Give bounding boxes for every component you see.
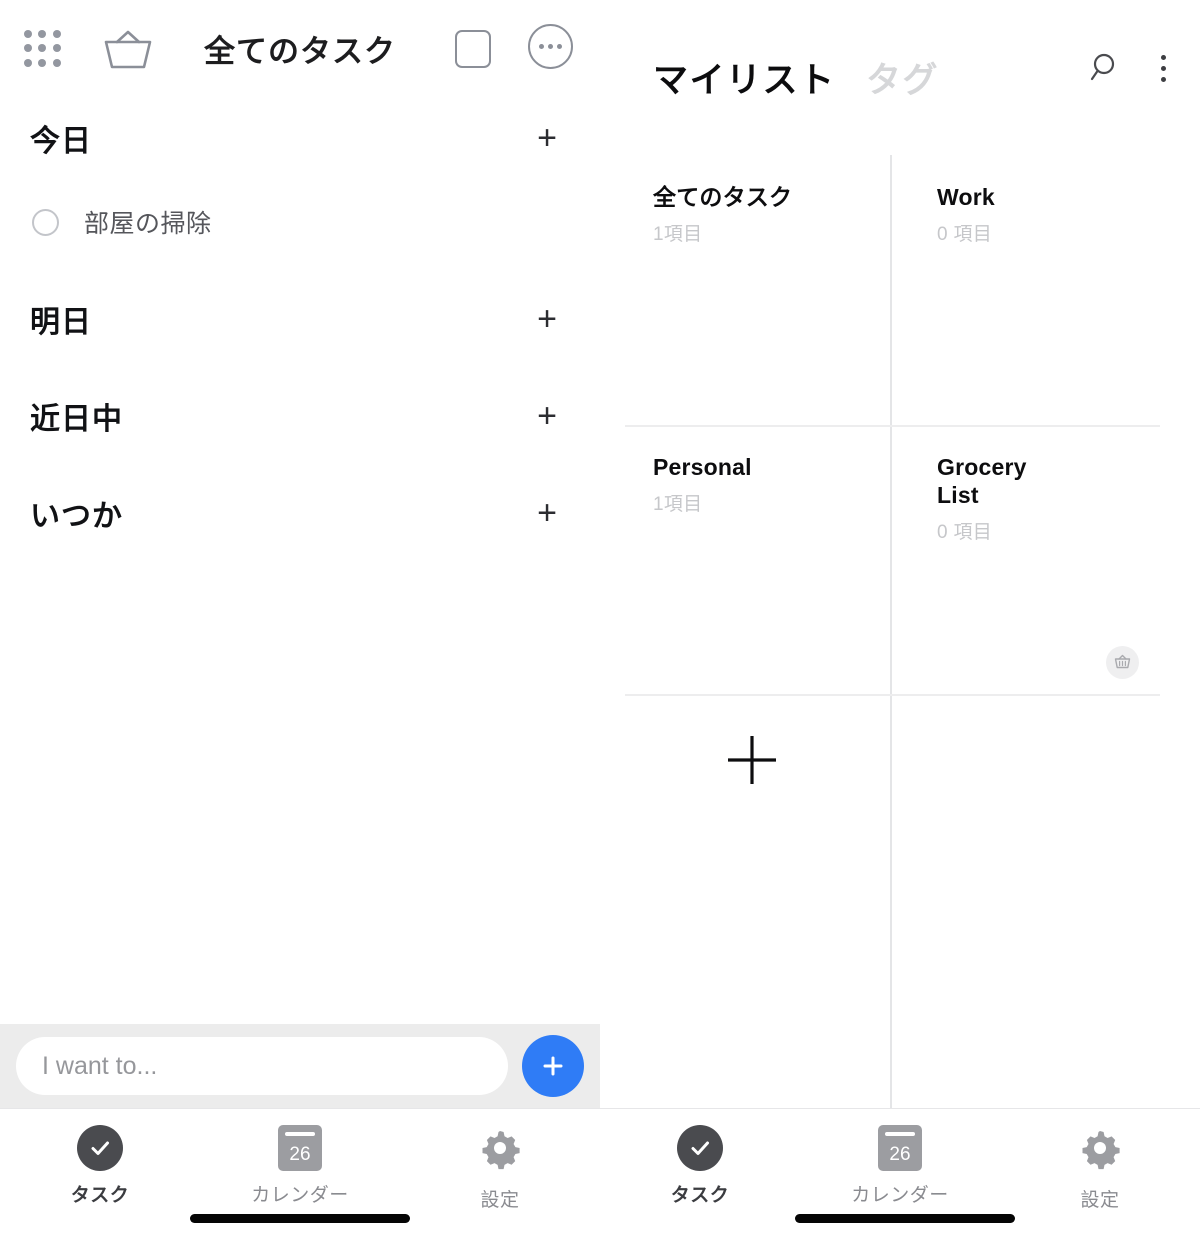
task-label: 部屋の掃除 [84, 210, 212, 238]
nav-label: カレンダー [851, 1185, 949, 1206]
home-indicator [795, 1214, 1015, 1223]
nav-item-calendar[interactable]: 26 カレンダー [800, 1125, 1000, 1207]
list-card-count: 1項目 [653, 494, 703, 515]
nav-label: 設定 [480, 1190, 520, 1211]
lists-panel: マイリスト タグ 全てのタスク 1項目 Work 0 項目 Personal 1… [600, 0, 1200, 1240]
nav-item-tasks[interactable]: タスク [0, 1125, 200, 1207]
tab-my-lists[interactable]: マイリスト [653, 52, 836, 103]
grid-vertical-divider [890, 155, 892, 1110]
nav-item-settings[interactable]: 設定 [1000, 1125, 1200, 1212]
quick-add-input[interactable] [16, 1037, 508, 1095]
more-circle-icon[interactable] [528, 24, 573, 69]
add-task-fab[interactable] [522, 1035, 584, 1097]
list-card-count: 0 項目 [937, 522, 993, 543]
nav-item-tasks[interactable]: タスク [600, 1125, 800, 1207]
list-card-name: Personal [653, 454, 752, 480]
list-card-count: 0 項目 [937, 224, 993, 245]
home-indicator [190, 1214, 410, 1223]
nav-label: タスク [670, 1185, 730, 1206]
calendar-day-number: 26 [889, 1144, 911, 1165]
calendar-icon: 26 [878, 1125, 922, 1171]
calendar-day-number: 26 [289, 1144, 311, 1165]
add-task-button[interactable]: + [530, 496, 570, 530]
list-card-personal[interactable]: Personal 1項目 [653, 453, 873, 516]
calendar-icon: 26 [278, 1125, 322, 1171]
add-task-button[interactable]: + [530, 399, 570, 433]
nav-label: カレンダー [251, 1185, 349, 1206]
check-circle-icon [677, 1125, 723, 1171]
section-title: 今日 [30, 125, 92, 158]
list-card-name: Grocery List [937, 454, 1027, 508]
section-header-someday: いつか + [0, 481, 600, 545]
search-icon[interactable] [1087, 48, 1127, 88]
section-title: 明日 [30, 306, 92, 339]
tab-tags[interactable]: タグ [866, 52, 939, 103]
kebab-menu-icon[interactable] [1158, 48, 1168, 88]
tasks-panel: 全てのタスク 今日 + 部屋の掃除 明日 + 近日中 + いつか + I wan… [0, 0, 600, 1240]
section-header-soon: 近日中 + [0, 384, 600, 448]
list-card-grocery-list[interactable]: Grocery List 0 項目 [937, 453, 1042, 544]
add-list-button[interactable] [722, 730, 782, 790]
lists-panel-header: マイリスト タグ [600, 0, 1200, 130]
basket-icon [1106, 646, 1139, 679]
gear-icon [1077, 1125, 1123, 1176]
app-root: 全てのタスク 今日 + 部屋の掃除 明日 + 近日中 + いつか + I wan… [0, 0, 1200, 1240]
add-task-button[interactable]: + [530, 121, 570, 155]
list-card-work[interactable]: Work 0 項目 [937, 183, 1147, 246]
section-title: いつか [30, 500, 123, 533]
list-card-all-tasks[interactable]: 全てのタスク 1項目 [653, 183, 873, 246]
list-card-count: 1項目 [653, 224, 703, 245]
section-title: 近日中 [30, 403, 123, 436]
tasks-panel-header: 全てのタスク [0, 0, 600, 98]
task-checkbox[interactable] [32, 208, 59, 236]
nav-label: 設定 [1080, 1190, 1120, 1211]
check-circle-icon [77, 1125, 123, 1171]
grid-horizontal-divider [625, 694, 1160, 696]
section-header-tomorrow: 明日 + [0, 287, 600, 351]
add-task-button[interactable]: + [530, 302, 570, 336]
page-title: 全てのタスク [204, 34, 396, 69]
nav-item-calendar[interactable]: 26 カレンダー [200, 1125, 400, 1207]
section-header-today: 今日 + [0, 106, 600, 170]
square-outline-icon[interactable] [455, 30, 491, 68]
grid-horizontal-divider [625, 425, 1160, 427]
task-row[interactable]: 部屋の掃除 [0, 197, 600, 247]
list-card-name: Work [937, 184, 995, 210]
nav-label: タスク [70, 1185, 130, 1206]
quick-add-bar [0, 1024, 600, 1108]
nav-item-settings[interactable]: 設定 [400, 1125, 600, 1212]
gear-icon [477, 1125, 523, 1176]
list-card-name: 全てのタスク [653, 184, 793, 210]
